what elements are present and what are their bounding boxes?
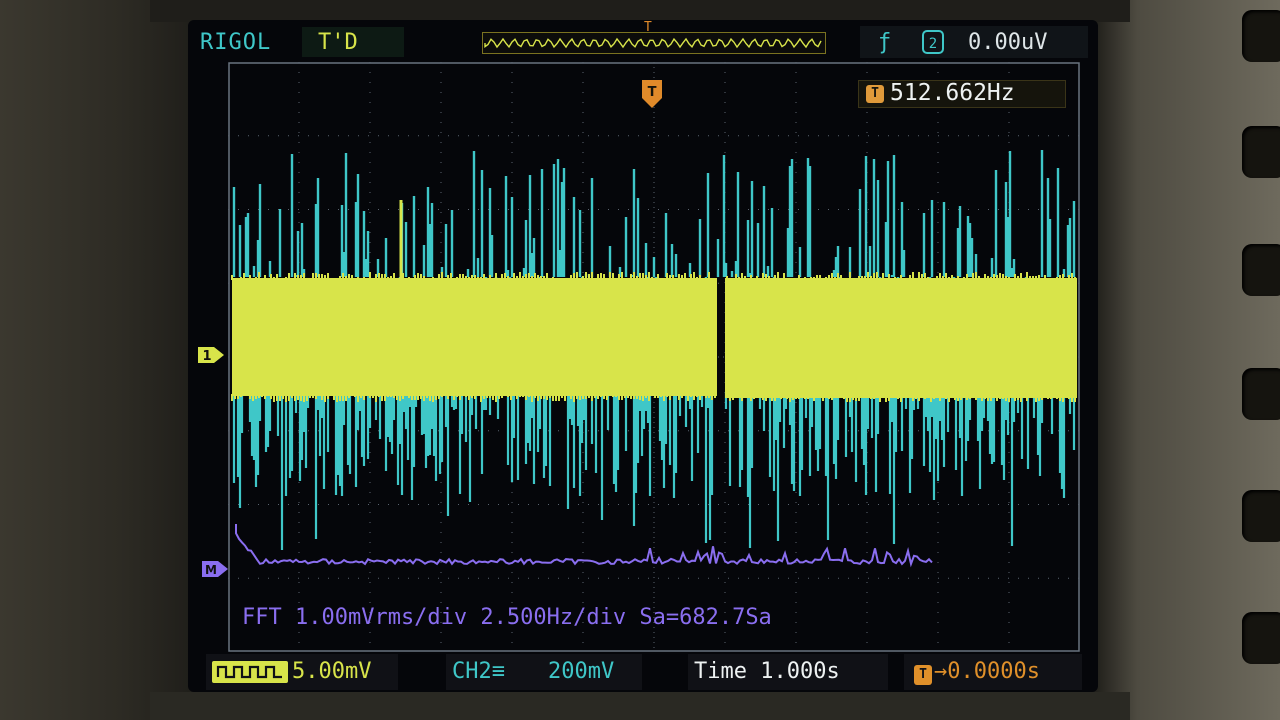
- ch1-channel-icon: [212, 661, 288, 683]
- softkey-button-2[interactable]: [1242, 126, 1280, 178]
- trigger-status: T'D: [318, 30, 358, 55]
- softkey-button-4[interactable]: [1242, 368, 1280, 420]
- softkey-button-1[interactable]: [1242, 10, 1280, 62]
- ch1-band-left: [232, 278, 717, 396]
- math-marker-letter: M: [205, 563, 217, 577]
- rising-edge-icon: ƒ: [878, 30, 892, 55]
- trigger-marker-letter: T: [648, 85, 657, 100]
- ch1-scale-value: 5.00mV: [292, 659, 372, 684]
- trigger-source-icon: 2: [922, 30, 944, 54]
- scope-bezel-bottom: [150, 692, 1130, 720]
- memory-timebar[interactable]: [482, 32, 826, 54]
- softkey-button-6[interactable]: [1242, 612, 1280, 664]
- time-value: 1.000s: [760, 659, 840, 684]
- trigger-offset-icon: T: [914, 665, 932, 685]
- ch2-label: CH2≡: [452, 659, 505, 684]
- ch1-marker-letter: 1: [202, 349, 211, 364]
- waveform-svg: [228, 62, 1080, 652]
- time-label: Time: [694, 659, 747, 684]
- counter-icon: T: [866, 85, 884, 103]
- scope-bezel-top: [150, 0, 1130, 22]
- softkey-button-3[interactable]: [1242, 244, 1280, 296]
- brand-label: RIGOL: [200, 30, 272, 55]
- trigger-offset-value: →0.0000s: [934, 659, 1040, 684]
- trigger-position-marker-icon[interactable]: T: [640, 78, 664, 110]
- timebase-readout: Time 1.000s: [694, 656, 840, 688]
- softkey-button-5[interactable]: [1242, 490, 1280, 542]
- ch2-scale-value: 200mV: [548, 659, 615, 684]
- fft-info-label: FFT 1.00mVrms/div 2.500Hz/div Sa=682.7Sa: [242, 605, 772, 630]
- ch1-band-right: [725, 278, 1077, 398]
- trigger-level: 0.00uV: [968, 30, 1048, 55]
- waveform-area[interactable]: [228, 62, 1080, 656]
- timebar-wave-icon: [484, 37, 822, 49]
- frequency-readout: 512.662Hz: [890, 80, 1015, 106]
- math-level-marker-icon[interactable]: M: [200, 559, 230, 579]
- scope-bezel-left: [0, 0, 200, 720]
- timebar-position-marker: T: [644, 20, 652, 35]
- ch1-level-marker-icon[interactable]: 1: [196, 345, 226, 365]
